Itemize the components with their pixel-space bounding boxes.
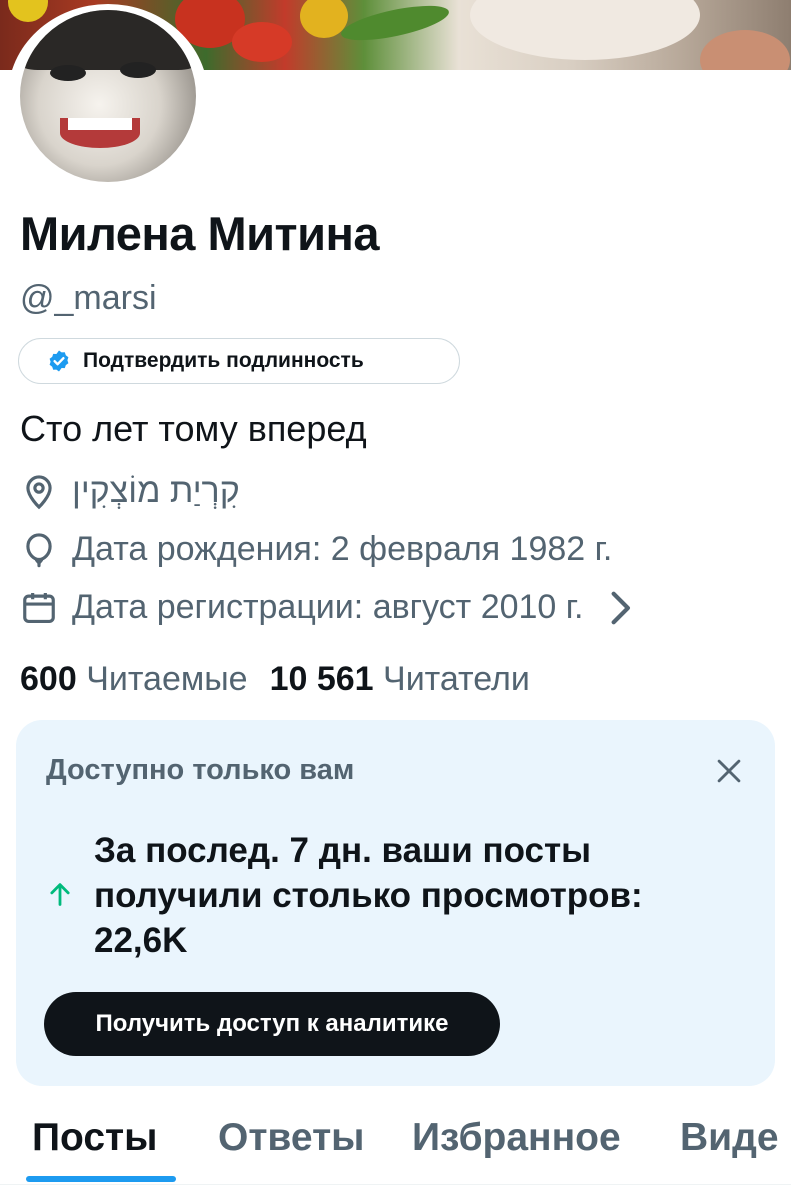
tab-replies[interactable]: Ответы (218, 1116, 364, 1160)
get-analytics-button[interactable]: Получить доступ к аналитике (44, 992, 500, 1056)
analytics-card-message: За послед. 7 дн. ваши посты получили сто… (94, 831, 643, 960)
tab-videos[interactable]: Виде (680, 1116, 779, 1160)
followers-count: 10 561 (269, 660, 374, 698)
birthdate-text: Дата рождения: 2 февраля 1982 г. (72, 530, 613, 568)
tab-highlights[interactable]: Избранное (412, 1116, 621, 1160)
calendar-icon (23, 592, 55, 623)
follow-stats: 600 Читаемые 10 561 Читатели (20, 660, 530, 699)
profile-birthdate: Дата рождения: 2 февраля 1982 г. (20, 530, 612, 569)
chevron-right-icon[interactable] (601, 589, 639, 627)
profile-joined[interactable]: Дата регистрации: август 2010 г. (20, 588, 653, 627)
avatar[interactable] (8, 4, 208, 188)
joined-text: Дата регистрации: август 2010 г. (72, 588, 584, 626)
location-pin-icon (26, 474, 52, 509)
verify-button[interactable]: Подтвердить подлинность (18, 338, 460, 384)
arrow-up-icon (50, 883, 70, 906)
balloon-icon (26, 532, 52, 567)
profile-bio: Сто лет тому вперед (20, 408, 367, 449)
verify-button-label: Подтвердить подлинность (83, 349, 364, 372)
following-label: Читаемые (86, 660, 248, 698)
avatar-image (20, 10, 196, 182)
verified-badge-icon (49, 350, 69, 372)
profile-tabs: Посты Ответы Избранное Виде (0, 1110, 791, 1200)
following-link[interactable]: 600 Читаемые (20, 660, 248, 698)
get-analytics-button-label: Получить доступ к аналитике (95, 1010, 449, 1037)
close-icon[interactable] (712, 754, 746, 788)
tab-posts[interactable]: Посты (32, 1116, 157, 1160)
followers-link[interactable]: 10 561 Читатели (270, 660, 530, 698)
following-count: 600 (20, 660, 77, 698)
profile-name: Милена Митина (20, 207, 380, 260)
tabs-divider (0, 1184, 791, 1185)
profile-location: קִרְיַת מוֹצְקִין (20, 472, 240, 511)
analytics-card-title: Доступно только вам (46, 754, 355, 786)
profile-handle: @_marsi (20, 279, 157, 317)
followers-label: Читатели (383, 660, 530, 698)
active-tab-indicator (26, 1176, 176, 1182)
analytics-card: Доступно только вам За послед. 7 дн. ваш… (16, 720, 775, 1086)
location-text: קִרְיַת מוֹצְקִין (72, 472, 240, 510)
